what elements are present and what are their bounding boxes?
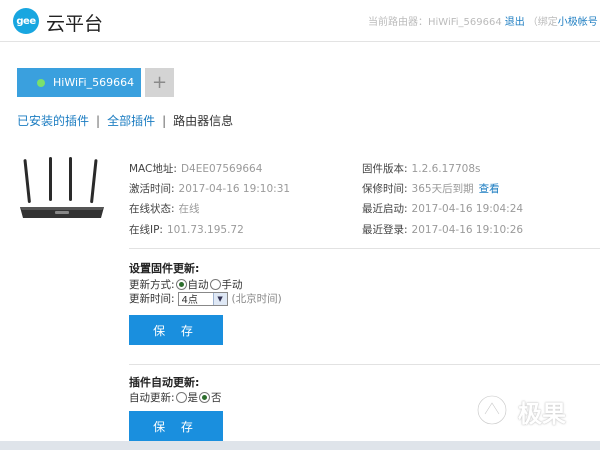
update-time-select[interactable]: 4点 ▼ xyxy=(177,291,228,306)
firmware-row: 固件版本: 1.2.6.17708s xyxy=(362,161,480,176)
mac-value: D4EE07569664 xyxy=(180,163,263,175)
chevron-down-icon: ▼ xyxy=(212,292,227,305)
watermark-text: 极果 xyxy=(518,400,566,428)
last-login-label: 最近登录: xyxy=(362,224,408,236)
plus-icon: + xyxy=(151,72,168,93)
subnav-separator: | xyxy=(96,114,101,128)
logout-link[interactable]: 退出 xyxy=(505,17,525,28)
router-tab-active[interactable]: HiWiFi_569664 xyxy=(17,68,141,97)
section-divider xyxy=(129,364,600,365)
firmware-save-button[interactable]: 保 存 xyxy=(129,315,223,345)
firmware-label: 固件版本: xyxy=(362,163,408,175)
current-router-label: 当前路由器： xyxy=(368,17,428,28)
online-value: 在线 xyxy=(178,203,200,215)
plugin-subnav: 已安装的插件 | 全部插件 | 路由器信息 xyxy=(17,112,233,129)
update-time-note: (北京时间) xyxy=(231,293,282,305)
online-label: 在线状态: xyxy=(129,203,175,215)
last-start-value: 2017-04-16 19:04:24 xyxy=(411,203,524,215)
firmware-value: 1.2.6.17708s xyxy=(411,163,481,175)
activated-label: 激活时间: xyxy=(129,183,175,195)
update-mode-label: 更新方式: xyxy=(129,279,175,291)
update-mode-manual-radio[interactable] xyxy=(209,279,221,290)
plugin-update-title: 插件自动更新: xyxy=(129,376,200,389)
bind-prefix: （绑定 xyxy=(527,17,558,28)
installed-plugins-link[interactable]: 已安装的插件 xyxy=(17,114,89,128)
plugin-save-button[interactable]: 保 存 xyxy=(129,411,223,441)
gee-logo: gee xyxy=(13,8,39,34)
warranty-value: 365天后到期 xyxy=(411,183,474,195)
section-divider xyxy=(129,248,600,249)
brand-title: 云平台 xyxy=(46,13,104,35)
plugin-auto-yes-radio[interactable] xyxy=(175,392,187,403)
logo-text: gee xyxy=(16,15,36,27)
warranty-label: 保修时间: xyxy=(362,183,408,195)
add-router-button[interactable]: + xyxy=(145,68,174,97)
last-start-label: 最近启动: xyxy=(362,203,408,215)
top-header: gee 云平台 当前路由器：HiWiFi_569664 退出 （绑定小极帐号 xyxy=(0,0,600,42)
activated-row: 激活时间: 2017-04-16 19:10:31 xyxy=(129,181,290,196)
account-link[interactable]: 小极帐号 xyxy=(558,17,598,28)
update-mode-row: 更新方式: 自动 手动 xyxy=(129,277,243,292)
plugin-auto-no-radio[interactable] xyxy=(199,392,211,403)
router-tab-label: HiWiFi_569664 xyxy=(53,76,135,89)
warranty-view-link[interactable]: 查看 xyxy=(479,183,500,195)
plugin-auto-label: 自动更新: xyxy=(129,392,175,404)
update-mode-auto-radio[interactable] xyxy=(175,279,187,290)
online-status-dot-icon xyxy=(37,78,45,87)
last-login-row: 最近登录: 2017-04-16 19:10:26 xyxy=(362,222,523,237)
current-router-name: HiWiFi_569664 xyxy=(428,17,502,28)
activated-value: 2017-04-16 19:10:31 xyxy=(178,183,291,195)
last-login-value: 2017-04-16 19:10:26 xyxy=(411,224,524,236)
online-row: 在线状态: 在线 xyxy=(129,201,200,216)
ip-value: 101.73.195.72 xyxy=(166,224,244,236)
warranty-row: 保修时间: 365天后到期 查看 xyxy=(362,181,500,196)
all-plugins-link[interactable]: 全部插件 xyxy=(107,114,155,128)
header-account-info: 当前路由器：HiWiFi_569664 退出 （绑定小极帐号 xyxy=(368,13,600,28)
update-time-value: 4点 xyxy=(181,295,198,306)
jiguo-watermark: 极果 xyxy=(472,390,592,430)
plugin-auto-yes-label[interactable]: 是 xyxy=(188,390,199,405)
plugin-auto-no-label[interactable]: 否 xyxy=(211,390,222,405)
last-start-row: 最近启动: 2017-04-16 19:04:24 xyxy=(362,201,523,216)
ip-row: 在线IP: 101.73.195.72 xyxy=(129,222,244,237)
update-mode-auto-label[interactable]: 自动 xyxy=(188,277,209,292)
router-device-icon xyxy=(20,157,104,218)
update-time-label: 更新时间: xyxy=(129,293,175,305)
plugin-auto-row: 自动更新: 是 否 xyxy=(129,390,222,405)
subnav-separator: | xyxy=(162,114,167,128)
update-mode-manual-label[interactable]: 手动 xyxy=(222,277,243,292)
firmware-update-title: 设置固件更新: xyxy=(129,262,200,275)
ip-label: 在线IP: xyxy=(129,224,163,236)
mac-label: MAC地址: xyxy=(129,163,177,175)
router-info-tab[interactable]: 路由器信息 xyxy=(173,114,233,128)
jiguo-logo-icon xyxy=(476,394,508,426)
update-time-row: 更新时间: 4点 ▼ (北京时间) xyxy=(129,291,282,306)
mac-row: MAC地址: D4EE07569664 xyxy=(129,161,262,176)
bottom-scrollbar[interactable] xyxy=(0,441,600,450)
